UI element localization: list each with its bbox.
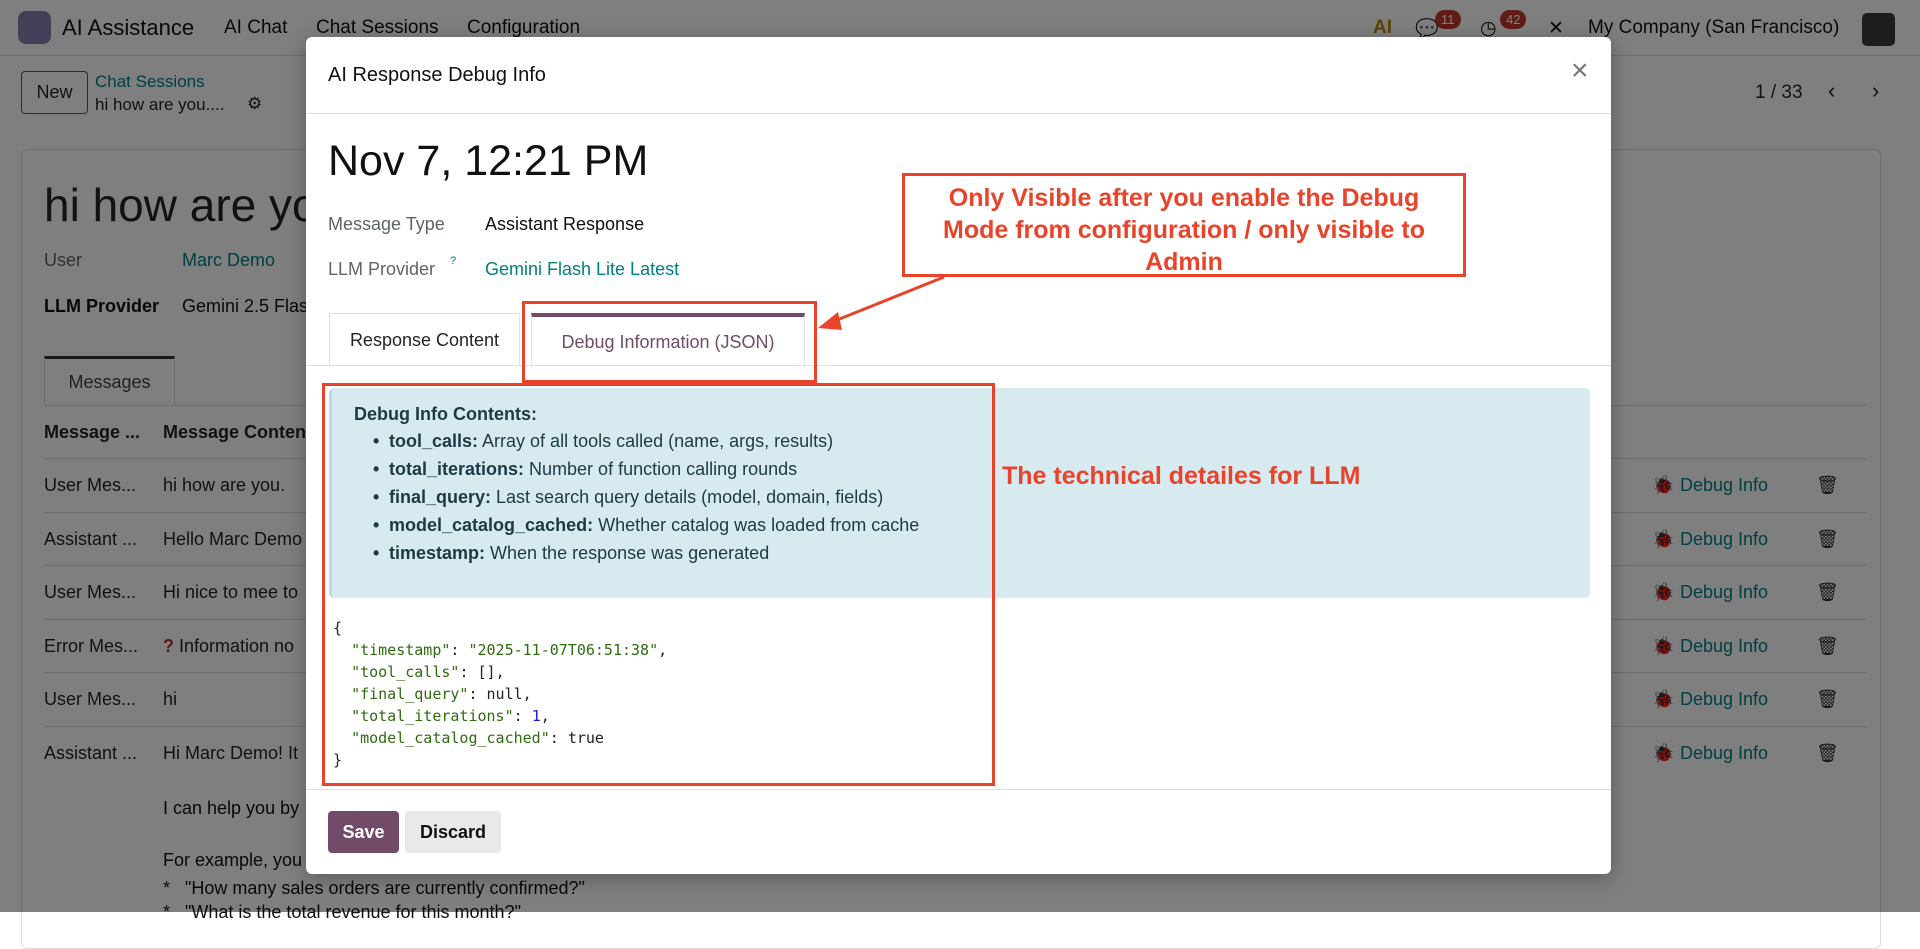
annotation-arrow xyxy=(818,275,945,330)
